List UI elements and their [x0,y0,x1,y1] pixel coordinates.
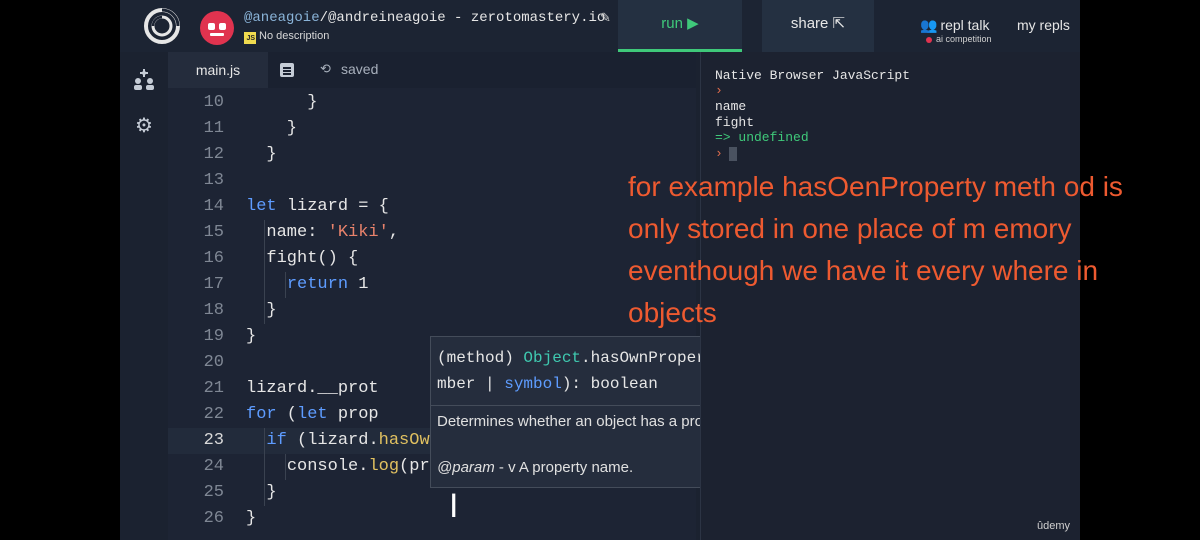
editor-tab-bar: main.js ⟲ saved [168,52,696,88]
live-dot-icon [926,36,932,43]
code-text: } [246,93,318,112]
line-number: 18 [203,301,224,320]
console-input-prompt-icon: › [715,146,723,161]
left-sidebar: ⚙ [120,52,168,540]
console-caret [728,146,737,161]
code-editor: main.js ⟲ saved 10 } 11 } 12 } 13 14 let liza… [168,52,920,540]
line-number: 13 [203,171,224,190]
code-line[interactable]: 12 } [168,142,696,168]
code-line[interactable]: 13 [168,168,696,194]
line-number: 11 [203,119,224,138]
console-prompt-icon: › [715,83,723,98]
code-line[interactable]: 16 fight() { [168,246,696,272]
history-icon[interactable]: ⟲ [320,61,331,77]
code-text: } [246,301,277,320]
console-result: => undefined [715,130,809,145]
repl-name: /@andreineagoie - zerotomastery.io [319,10,606,26]
ai-competition-label: ai competition [936,34,992,44]
replit-logo-icon[interactable] [142,6,182,46]
code-line[interactable]: 10 } [168,90,696,116]
owner-handle-link[interactable]: @aneagoie [244,10,320,26]
tab-main-js[interactable]: main.js [168,52,268,88]
video-subtitle: for example hasOenProperty meth od is on… [628,171,1123,328]
code-text: name: 'Kiki', [266,223,400,242]
line-number: 14 [203,197,224,216]
ai-competition-link[interactable]: ai competition [926,34,992,44]
repl-path[interactable]: @aneagoie/@andreineagoie - zerotomastery… [244,10,605,26]
text-cursor-icon: I [449,487,459,525]
code-line[interactable]: 17 return 1 [168,272,696,298]
code-text: } [246,145,277,164]
file-list-icon[interactable] [280,63,294,77]
console-title: Native Browser JavaScript [715,68,911,83]
repl-talk-link[interactable]: 👥 repl talk [920,17,989,34]
code-text: } [246,509,257,528]
my-repls-link[interactable]: my repls [1017,17,1070,33]
share-button[interactable]: share ⇱ [762,0,874,52]
line-number: 10 [203,93,224,112]
code-text: fight() { [266,249,359,268]
settings-gear-icon[interactable]: ⚙ [132,114,156,138]
code-text: for (let prop [246,405,379,424]
code-line[interactable]: 26} [168,506,696,532]
code-text: console.log(prop) [286,457,460,476]
code-line[interactable]: 15 name: 'Kiki', [168,220,696,246]
files-icon[interactable] [132,68,156,92]
repl-description[interactable]: No description [259,30,329,42]
repl-talk-label: repl talk [940,17,990,33]
pencil-icon[interactable]: ✎ [600,10,611,26]
code-line[interactable]: 11 } [168,116,696,142]
line-number: 24 [203,457,224,476]
console-input-line[interactable]: › [715,146,737,161]
line-number: 17 [203,275,224,294]
line-number: 26 [203,509,224,528]
console-output-line: name [715,99,747,114]
saved-status: saved [341,61,379,77]
code-text: } [246,483,277,502]
js-language-icon: JS [244,32,256,44]
line-number: 19 [203,327,224,346]
line-number: 16 [203,249,224,268]
line-number: 22 [203,405,224,424]
udemy-watermark: ûdemy [1036,520,1070,532]
code-text: } [246,327,257,346]
line-number: 21 [203,379,224,398]
indent-guide [285,454,286,480]
code-text: } [246,119,298,138]
console-output-line: fight [715,115,755,130]
line-number: 23 [203,431,224,450]
code-line[interactable]: 14 let lizard = { [168,194,696,220]
top-header: @aneagoie/@andreineagoie - zerotomastery… [120,0,1080,52]
user-avatar[interactable] [200,11,234,45]
line-number: 25 [203,483,224,502]
run-button[interactable]: run ▶ [618,0,742,52]
code-text: lizard.__prot [246,379,379,398]
param-description: @param - v A property name. [437,459,634,476]
indent-guide [264,220,265,324]
line-number: 15 [203,223,224,242]
code-line[interactable]: 18 } [168,298,696,324]
line-number: 12 [203,145,224,164]
people-icon: 👥 [920,17,938,33]
indent-guide [264,428,265,506]
line-number: 20 [203,353,224,372]
indent-guide [285,272,286,298]
code-text: let lizard = { [246,197,389,216]
